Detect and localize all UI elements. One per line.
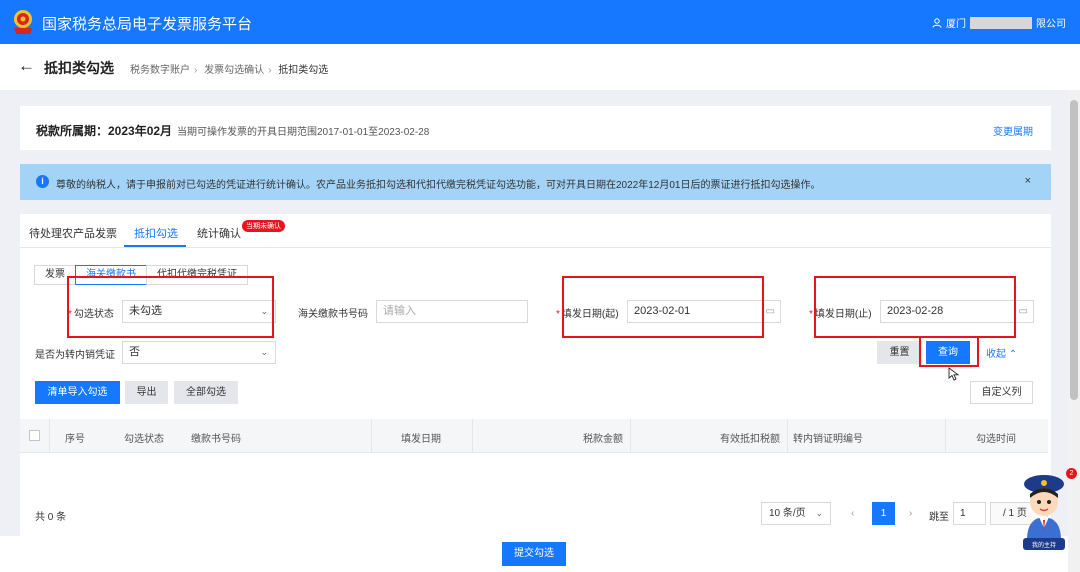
mouse-cursor-icon xyxy=(948,367,960,381)
user-menu[interactable]: 厦门 限公司 xyxy=(932,15,1066,30)
column-header: 转内销证明编号 xyxy=(793,434,863,445)
transfer-select[interactable]: 否 ⌄ xyxy=(122,341,276,364)
table-header: 序号 勾选状态 缴款书号码 填发日期 税款金额 有效抵扣税额 转内销证明编号 勾… xyxy=(20,419,1048,453)
tax-period-card: 税款所属期：2023年02月 当期可操作发票的开具日期范围2017-01-01至… xyxy=(20,106,1051,150)
page-header: ← 抵扣类勾选 税务数字账户 › 发票勾选确认 › 抵扣类勾选 xyxy=(0,44,1080,90)
page-number-current[interactable]: 1 xyxy=(872,502,895,525)
goto-page-input[interactable]: 1 xyxy=(953,502,986,525)
column-divider xyxy=(371,419,372,453)
calendar-icon: ▭ xyxy=(1018,306,1028,317)
main-panel: 待处理农产品发票 抵扣勾选 统计确认 当期未确认 发票 海关缴款书 代扣代缴完税… xyxy=(20,214,1051,536)
breadcrumb: 税务数字账户 › 发票勾选确认 › 抵扣类勾选 xyxy=(130,61,332,76)
breadcrumb-item[interactable]: 税务数字账户 xyxy=(130,65,190,76)
highlight-box xyxy=(67,276,274,338)
arrow-left-icon[interactable]: ← xyxy=(18,56,35,76)
collapse-toggle[interactable]: 收起 ⌃ xyxy=(986,345,1017,360)
tax-period-label: 税款所属期：2023年02月 xyxy=(36,124,173,138)
column-header: 勾选时间 xyxy=(976,434,1016,445)
column-header: 税款金额 xyxy=(583,434,623,445)
column-header: 勾选状态 xyxy=(124,434,164,445)
tab-statistics-confirm[interactable]: 统计确认 xyxy=(197,225,241,241)
customs-no-label: 海关缴款书号码 xyxy=(298,309,368,320)
close-icon[interactable]: × xyxy=(1025,175,1031,187)
submit-selection-button[interactable]: 提交勾选 xyxy=(502,542,566,566)
column-header: 缴款书号码 xyxy=(191,434,241,445)
column-divider xyxy=(472,419,473,453)
app-title: 国家税务总局电子发票服务平台 xyxy=(42,16,253,33)
notification-badge: 2 xyxy=(1066,468,1077,479)
highlight-box xyxy=(919,336,979,367)
prev-page-icon[interactable]: ‹ xyxy=(851,508,854,519)
mascot-caption: 我的主持 xyxy=(1032,541,1056,549)
user-icon xyxy=(932,17,942,28)
select-all-checkbox[interactable] xyxy=(29,430,40,441)
page-title: 抵扣类勾选 xyxy=(44,60,114,76)
active-tab-indicator xyxy=(124,245,186,247)
chevron-right-icon: › xyxy=(194,65,198,76)
notice-banner: i 尊敬的纳税人，请于申报前对已勾选的凭证进行统计确认。农产品业务抵扣勾选和代扣… xyxy=(20,164,1051,200)
highlight-box xyxy=(814,276,1016,338)
transfer-label: 是否为转内销凭证 xyxy=(35,350,115,361)
chevron-down-icon: ⌄ xyxy=(260,347,268,357)
tab-bar: 待处理农产品发票 抵扣勾选 统计确认 当期未确认 xyxy=(20,214,1051,248)
tax-period-range: 当期可操作发票的开具日期范围2017-01-01至2023-02-28 xyxy=(177,127,430,138)
tab-deduction-selection[interactable]: 抵扣勾选 xyxy=(134,225,178,241)
highlight-box xyxy=(562,276,764,338)
calendar-icon: ▭ xyxy=(765,306,775,317)
import-select-button[interactable]: 清单导入勾选 xyxy=(35,381,120,404)
breadcrumb-item[interactable]: 发票勾选确认 xyxy=(204,65,264,76)
change-period-link[interactable]: 变更属期 xyxy=(993,123,1033,138)
column-divider xyxy=(945,419,946,453)
column-divider xyxy=(49,419,50,453)
column-divider xyxy=(787,419,788,453)
user-name-prefix: 厦门 xyxy=(946,19,966,30)
column-divider xyxy=(630,419,631,453)
select-all-button[interactable]: 全部勾选 xyxy=(174,381,238,404)
reset-button[interactable]: 重置 xyxy=(877,341,922,364)
info-icon: i xyxy=(36,175,49,188)
assistant-mascot[interactable]: 我的主持 xyxy=(1015,470,1073,554)
export-button[interactable]: 导出 xyxy=(125,381,168,404)
status-badge: 当期未确认 xyxy=(242,220,285,232)
user-name-suffix: 限公司 xyxy=(1036,19,1066,30)
breadcrumb-current: 抵扣类勾选 xyxy=(278,65,329,76)
goto-label: 跳至 xyxy=(929,512,949,523)
page-size-select[interactable]: 10 条/页 ⌄ xyxy=(761,502,831,525)
assistant-avatar-icon: 我的主持 xyxy=(1023,475,1065,550)
chevron-right-icon: › xyxy=(268,65,272,76)
chevron-up-icon: ⌃ xyxy=(1008,349,1018,360)
total-count: 共 0 条 xyxy=(35,512,67,523)
redacted-name xyxy=(970,16,1032,29)
chevron-down-icon: ⌄ xyxy=(815,508,823,518)
tax-emblem-icon xyxy=(14,10,32,34)
top-bar: 国家税务总局电子发票服务平台 厦门 限公司 xyxy=(0,0,1080,44)
tab-agricultural-invoices[interactable]: 待处理农产品发票 xyxy=(29,225,117,241)
customs-no-input[interactable]: 请输入 xyxy=(376,300,528,323)
column-header: 有效抵扣税额 xyxy=(720,434,780,445)
column-header: 填发日期 xyxy=(401,434,441,445)
custom-columns-button[interactable]: 自定义列 xyxy=(970,381,1033,404)
notice-text: 尊敬的纳税人，请于申报前对已勾选的凭证进行统计确认。农产品业务抵扣勾选和代扣代缴… xyxy=(56,180,821,191)
next-page-icon[interactable]: › xyxy=(909,508,912,519)
scrollbar-thumb[interactable] xyxy=(1070,100,1078,400)
column-header: 序号 xyxy=(65,434,85,445)
